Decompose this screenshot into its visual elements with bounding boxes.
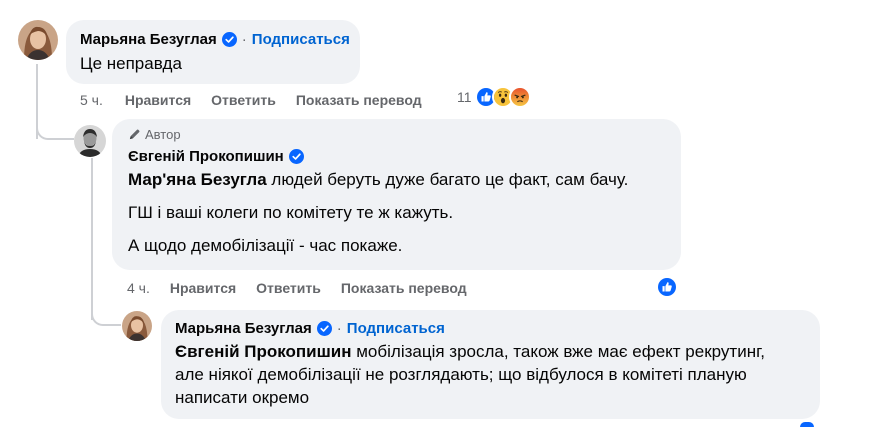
thread-connector [36, 106, 74, 140]
reaction-count: 11 [457, 89, 472, 105]
mention-link[interactable]: Євгеній Прокопишин [175, 342, 352, 361]
thread-connector [91, 296, 121, 326]
reaction-summary[interactable] [656, 276, 678, 298]
verified-badge-icon [316, 321, 332, 336]
comment-text: Мар'яна Безугла людей беруть дуже багато… [128, 168, 665, 191]
comment-actions: 4 ч. Нравится Ответить Показать перевод [127, 278, 487, 298]
comment-author[interactable]: Марьяна Безуглая [175, 320, 312, 337]
translate-button[interactable]: Показать перевод [341, 280, 467, 296]
pen-icon [128, 128, 141, 141]
translate-button[interactable]: Показать перевод [296, 92, 422, 108]
comment-bubble: Марьяна Безуглая · Подписаться Євгеній П… [161, 310, 820, 419]
author-badge: Автор [128, 127, 665, 142]
reply-button[interactable]: Ответить [211, 92, 276, 108]
avatar[interactable] [18, 20, 58, 60]
comment-text: Це неправда [80, 54, 182, 73]
comment-author[interactable]: Марьяна Безуглая [80, 31, 217, 48]
separator-dot: · [336, 320, 342, 337]
like-button[interactable]: Нравится [170, 280, 236, 296]
mention-link[interactable]: Мар'яна Безугла [128, 170, 267, 189]
separator-dot: · [241, 31, 247, 48]
reaction-summary[interactable]: 11 [457, 86, 531, 108]
avatar[interactable] [74, 125, 106, 157]
comment-text-line: ГШ і ваші колеги по комітету те ж кажуть… [128, 203, 454, 222]
comment-timestamp[interactable]: 5 ч. [80, 92, 103, 108]
author-badge-label: Автор [145, 127, 181, 142]
angry-icon [508, 86, 531, 108]
comment-text: Євгеній Прокопишин мобілізація зросла, т… [175, 340, 775, 409]
comment-bubble: Марьяна Безуглая · Подписаться Це неправ… [66, 20, 360, 84]
follow-button[interactable]: Подписаться [252, 31, 350, 48]
comment-author[interactable]: Євгеній Прокопишин [128, 148, 284, 165]
avatar[interactable] [122, 311, 152, 341]
like-icon [656, 276, 678, 298]
comment-actions: 5 ч. Нравится Ответить Показать перевод [80, 90, 442, 110]
like-button[interactable]: Нравится [125, 92, 191, 108]
cut-off-icon [800, 422, 814, 427]
comment-text-line: людей беруть дуже багато це факт, сам ба… [266, 170, 629, 189]
comment-timestamp[interactable]: 4 ч. [127, 280, 150, 296]
reply-button[interactable]: Ответить [256, 280, 321, 296]
comment-text-line: А щодо демобілізації - час покаже. [128, 236, 403, 255]
comment-bubble: Автор Євгеній Прокопишин Мар'яна Безугла… [112, 119, 681, 270]
follow-button[interactable]: Подписаться [347, 320, 445, 337]
verified-badge-icon [221, 32, 237, 47]
verified-badge-icon [288, 149, 304, 164]
